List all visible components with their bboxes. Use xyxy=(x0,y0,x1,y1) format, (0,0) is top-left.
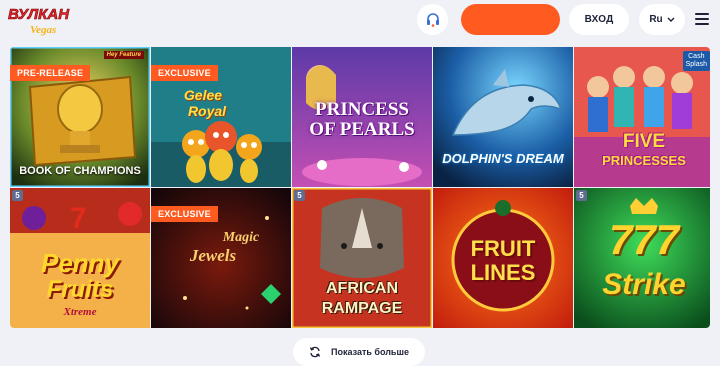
show-more-label: Показать больше xyxy=(331,347,409,357)
game-title-line2: PRINCESSES xyxy=(602,153,686,168)
game-title-line3: Xtreme xyxy=(63,306,97,318)
game-title-line2: Strike xyxy=(602,268,686,301)
game-title-line2: RAMPAGE xyxy=(321,300,403,317)
game-title-line2: Fruits xyxy=(46,276,114,303)
game-title-line1: AFRICAN xyxy=(326,280,398,297)
game-tile-five-princesses[interactable]: Cash Splash FIVE PRINCESSES xyxy=(574,47,710,187)
game-title-line2: Royal xyxy=(187,103,227,119)
game-title-line1: FIVE xyxy=(622,131,666,152)
badge-exclusive: EXCLUSIVE xyxy=(151,206,218,222)
game-tile-777-strike[interactable]: 5 777 Strike xyxy=(574,188,710,328)
game-tile-fruit-lines[interactable]: FRUIT LINES xyxy=(433,188,573,328)
game-title-line1: PRINCESS xyxy=(315,99,409,120)
game-title-line2: OF PEARLS xyxy=(309,119,415,140)
game-artwork xyxy=(433,47,573,187)
game-title-line1: Magic xyxy=(222,230,260,245)
logo-main-text: ВУЛКАН xyxy=(8,6,70,23)
game-title: BOOK OF CHAMPIONS xyxy=(19,165,141,177)
game-title-line2: Jewels xyxy=(189,246,237,265)
language-label: Ru xyxy=(649,14,663,25)
show-more-button[interactable]: Показать больше xyxy=(293,338,425,366)
game-tile-dolphins-dream[interactable]: DOLPHIN'S DREAM xyxy=(433,47,573,187)
games-grid: Hey Feature PRE-RELEASE BOOK OF CHAMPION… xyxy=(10,47,710,328)
promo-button[interactable] xyxy=(461,4,560,35)
header: ВУЛКАН Vegas ВХОД Ru xyxy=(0,0,720,40)
headset-icon xyxy=(426,12,439,27)
game-title-line2: LINES xyxy=(470,260,536,285)
provider-badge: 5 xyxy=(294,190,305,201)
game-tile-african-rampage[interactable]: 5 AFRICAN RAMPAGE xyxy=(292,188,432,328)
game-title: DOLPHIN'S DREAM xyxy=(442,151,564,166)
game-tile-magic-jewels[interactable]: EXCLUSIVE Magic Jewels xyxy=(151,188,291,328)
feature-tag: Hey Feature xyxy=(103,51,144,59)
cash-splash-tag: Cash Splash xyxy=(682,51,710,71)
provider-badge: 5 xyxy=(12,190,23,201)
logo[interactable]: ВУЛКАН Vegas xyxy=(6,2,76,38)
game-tile-princess-of-pearls[interactable]: PRINCESS OF PEARLS xyxy=(292,47,432,187)
game-tile-gelee-royal[interactable]: EXCLUSIVE Gelee Royal xyxy=(151,47,291,187)
game-tile-book-of-champions[interactable]: Hey Feature PRE-RELEASE BOOK OF CHAMPION… xyxy=(10,47,150,187)
badge-prerelease: PRE-RELEASE xyxy=(10,65,91,81)
support-button[interactable] xyxy=(417,4,448,35)
game-title-line1: 777 xyxy=(608,216,680,263)
chevron-down-icon xyxy=(667,17,675,22)
logo-sub-text: Vegas xyxy=(30,24,56,36)
badge-exclusive: EXCLUSIVE xyxy=(151,65,218,81)
refresh-icon xyxy=(309,346,321,358)
game-tile-penny-fruits[interactable]: 7 5 Penny Fruits Xtreme xyxy=(10,188,150,328)
game-title-line1: FRUIT xyxy=(470,236,536,261)
game-title-line1: Gelee xyxy=(183,87,223,103)
svg-text:7: 7 xyxy=(70,202,87,235)
language-select[interactable]: Ru xyxy=(639,4,685,35)
hamburger-menu-icon[interactable] xyxy=(695,13,709,25)
provider-badge: 5 xyxy=(576,190,587,201)
login-button[interactable]: ВХОД xyxy=(569,4,629,35)
game-title-line1: Penny xyxy=(40,248,120,278)
